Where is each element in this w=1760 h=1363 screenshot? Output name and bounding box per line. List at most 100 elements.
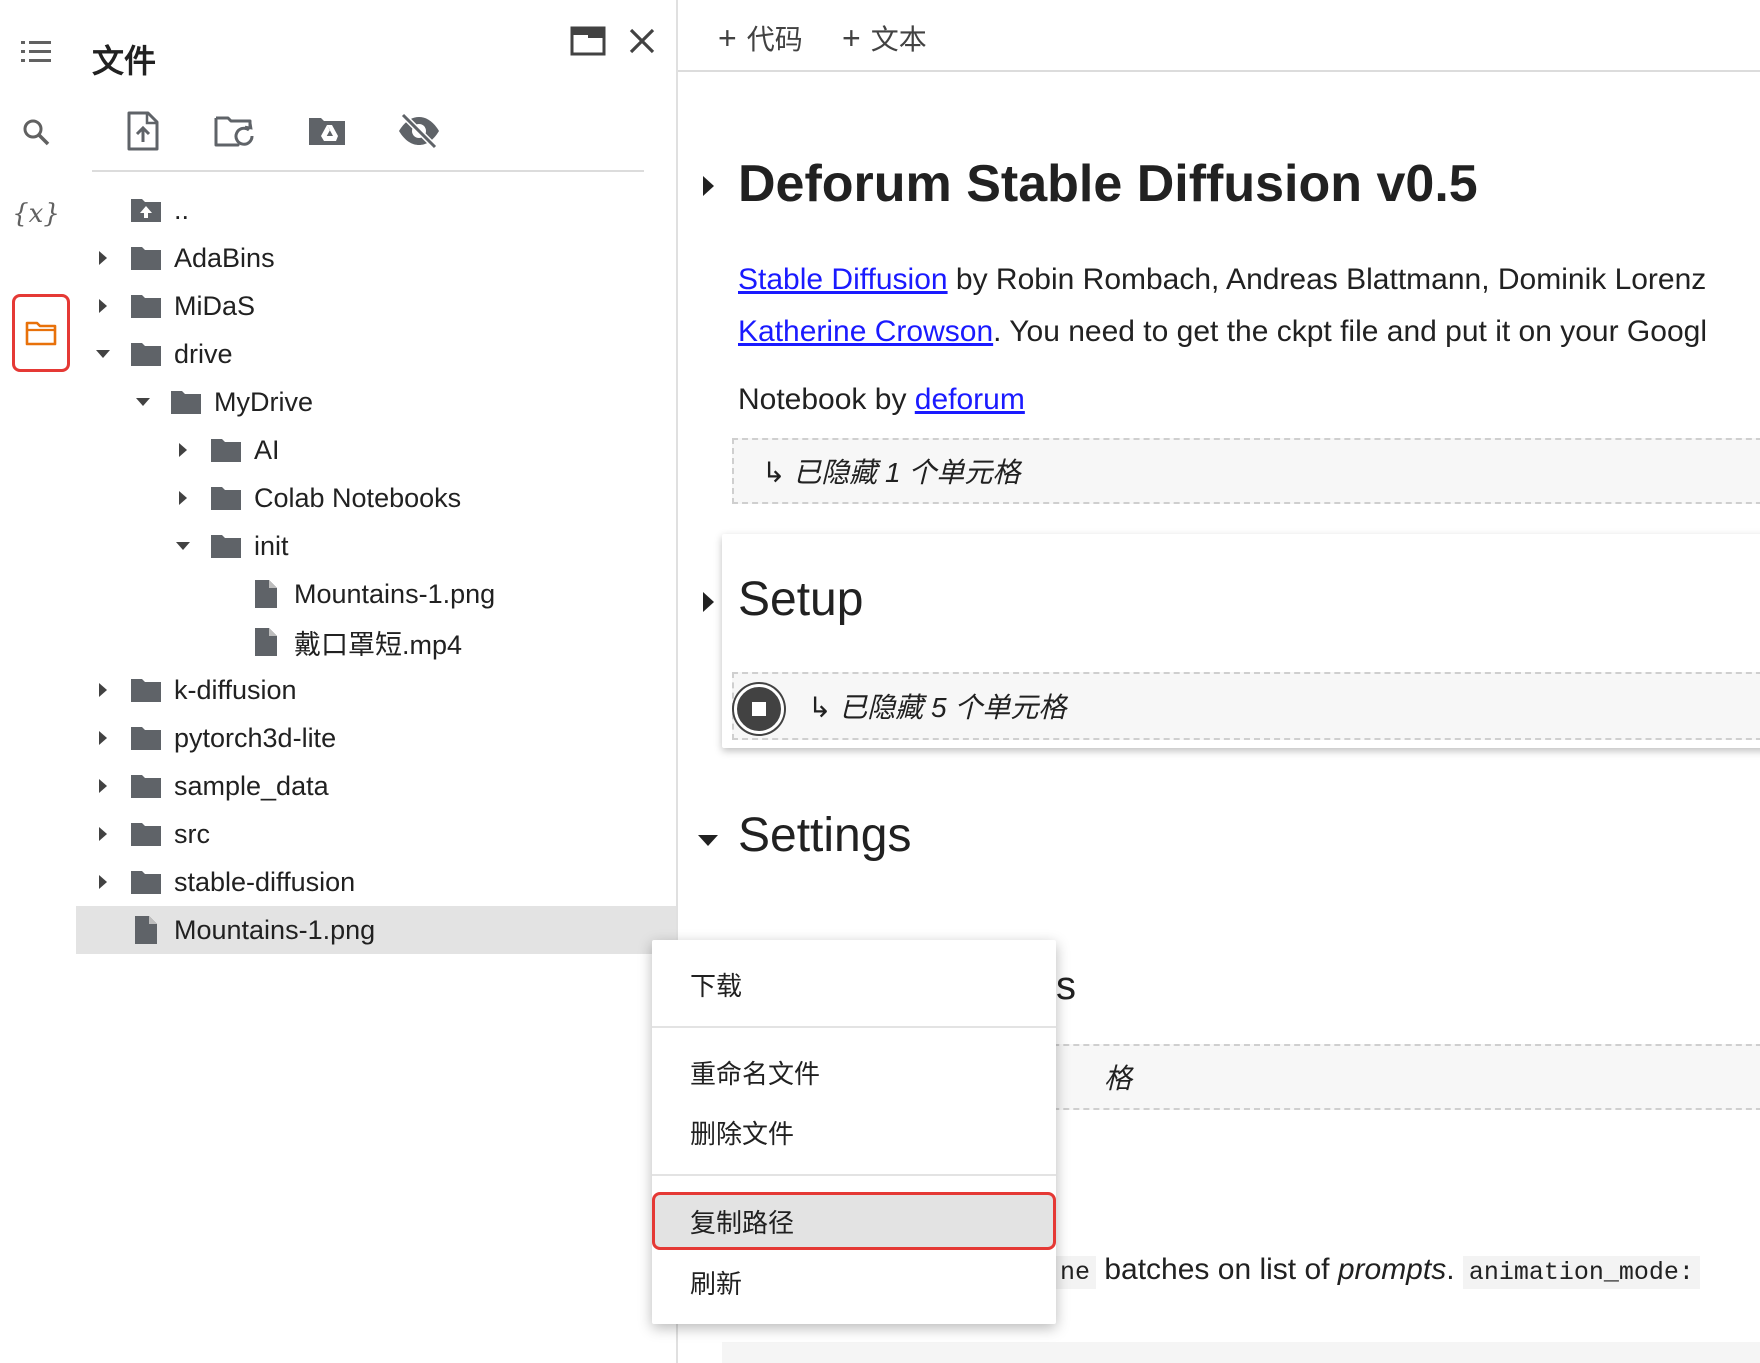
tree-item-label: AdaBins [174, 242, 275, 273]
folder-row[interactable]: AdaBins [72, 234, 676, 282]
tree-item-label: sample_data [174, 770, 329, 801]
folder-row[interactable]: init [72, 522, 676, 570]
folder-row[interactable]: stable-diffusion [72, 858, 676, 906]
hidden-cells-label: ↳ 已隐藏 1 个单元格 [762, 457, 1021, 488]
menu-item-copy-path[interactable]: 复制路径 [652, 1192, 1056, 1250]
parent-folder-icon [128, 195, 164, 225]
variables-button[interactable]: {x} [12, 190, 60, 238]
caret-spacer [90, 197, 116, 223]
folder-row[interactable]: sample_data [72, 762, 676, 810]
open-in-tab-icon[interactable] [570, 26, 606, 61]
add-text-button[interactable]: + 文本 [842, 18, 927, 58]
file-row[interactable]: 戴口罩短.mp4 [72, 618, 676, 666]
caret-right-icon[interactable] [90, 725, 116, 751]
folder-row[interactable]: drive [72, 330, 676, 378]
left-rail: {x} [0, 0, 72, 1363]
caret-down-icon[interactable] [90, 341, 116, 367]
folder-row[interactable]: src [72, 810, 676, 858]
menu-item-download[interactable]: 下载 [652, 956, 1056, 1012]
folder-row[interactable]: pytorch3d-lite [72, 714, 676, 762]
run-section-button[interactable] [734, 684, 784, 734]
toolbar-divider [92, 170, 644, 172]
folder-icon [128, 771, 164, 801]
inline-code: animation_mode: [1462, 1256, 1700, 1289]
upload-button[interactable] [120, 108, 166, 154]
search-button[interactable] [12, 108, 60, 156]
inline-code: ne [1054, 1256, 1097, 1289]
folder-icon [128, 867, 164, 897]
setup-collapse-toggle[interactable] [694, 588, 722, 616]
caret-right-icon[interactable] [90, 293, 116, 319]
desc-emphasis: prompts [1337, 1253, 1447, 1286]
plus-icon: + [718, 19, 737, 56]
notebook-by-line: Notebook by deforum [738, 382, 1025, 418]
tree-item-label: AI [254, 434, 280, 465]
menu-item-rename[interactable]: 重命名文件 [652, 1044, 1056, 1100]
batch-description-line: ne batches on list of prompts. animation… [1054, 1252, 1700, 1289]
deforum-link[interactable]: deforum [915, 383, 1025, 416]
caret-right-icon[interactable] [90, 677, 116, 703]
folder-refresh-icon [214, 116, 254, 147]
folder-icon [128, 339, 164, 369]
mount-drive-button[interactable] [304, 108, 350, 154]
caret-spacer [210, 629, 236, 655]
file-context-menu: 下载 重命名文件 删除文件 复制路径 刷新 [652, 940, 1056, 1324]
caret-down-icon[interactable] [170, 533, 196, 559]
caret-right-icon[interactable] [90, 869, 116, 895]
menu-divider [652, 1026, 1056, 1028]
caret-down-icon[interactable] [130, 389, 156, 415]
caret-down-icon [698, 835, 718, 846]
tree-item-label: init [254, 530, 289, 561]
folder-row[interactable]: MiDaS [72, 282, 676, 330]
tree-item-label: Colab Notebooks [254, 482, 462, 513]
files-panel: 文件 .. AdaBins MiDaS drive MyDrive AI Col… [72, 0, 676, 1363]
stable-diffusion-link[interactable]: Stable Diffusion [738, 263, 948, 296]
caret-right-icon[interactable] [90, 773, 116, 799]
section-collapse-toggle[interactable] [694, 172, 722, 200]
subheading-tail: s [1056, 964, 1076, 1008]
caret-right-icon [703, 176, 714, 196]
intro-line-1: Stable Diffusion by Robin Rombach, Andre… [738, 262, 1706, 298]
hidden-cells-1[interactable]: ↳ 已隐藏 1 个单元格 [732, 438, 1760, 504]
variables-icon: {x} [12, 199, 60, 229]
eye-off-icon [399, 113, 439, 149]
caret-right-icon[interactable] [170, 437, 196, 463]
folder-icon [128, 291, 164, 321]
menu-item-refresh[interactable]: 刷新 [652, 1254, 1056, 1310]
caret-right-icon[interactable] [90, 821, 116, 847]
file-row[interactable]: Mountains-1.png [72, 570, 676, 618]
tree-item-label: stable-diffusion [174, 866, 356, 897]
setup-heading: Setup [738, 573, 864, 626]
tree-item-label: src [174, 818, 210, 849]
file-row[interactable]: Mountains-1.png [76, 906, 676, 954]
code-cell[interactable] [722, 1342, 1760, 1363]
toc-icon [21, 41, 51, 62]
katherine-crowson-link[interactable]: Katherine Crowson [738, 315, 993, 348]
files-button[interactable] [12, 294, 70, 372]
menu-item-delete[interactable]: 删除文件 [652, 1104, 1056, 1160]
parent-dir-row[interactable]: .. [72, 186, 676, 234]
folder-row[interactable]: Colab Notebooks [72, 474, 676, 522]
hidden-cells-label: ↳ 已隐藏 5 个单元格 [808, 692, 1067, 723]
caret-right-icon[interactable] [90, 245, 116, 271]
folder-icon [208, 435, 244, 465]
panel-title: 文件 [92, 43, 157, 79]
toggle-hidden-button[interactable] [396, 108, 442, 154]
folder-icon [25, 321, 57, 346]
hidden-cells-2[interactable]: ↳ 已隐藏 5 个单元格 [732, 672, 1760, 740]
add-text-label: 文本 [870, 24, 927, 55]
notebook-title: Deforum Stable Diffusion v0.5 [738, 155, 1478, 213]
intro-text-1: by Robin Rombach, Andreas Blattmann, Dom… [947, 263, 1707, 296]
folder-row[interactable]: AI [72, 426, 676, 474]
folder-icon [128, 675, 164, 705]
folder-row[interactable]: MyDrive [72, 378, 676, 426]
settings-collapse-toggle[interactable] [694, 826, 722, 854]
close-icon[interactable] [628, 27, 656, 60]
folder-row[interactable]: k-diffusion [72, 666, 676, 714]
add-code-button[interactable]: + 代码 [718, 18, 803, 58]
toc-button[interactable] [12, 28, 60, 76]
caret-right-icon[interactable] [170, 485, 196, 511]
notebook-by-text: Notebook by [738, 383, 915, 416]
intro-line-2: Katherine Crowson. You need to get the c… [738, 314, 1707, 350]
refresh-button[interactable] [212, 108, 258, 154]
